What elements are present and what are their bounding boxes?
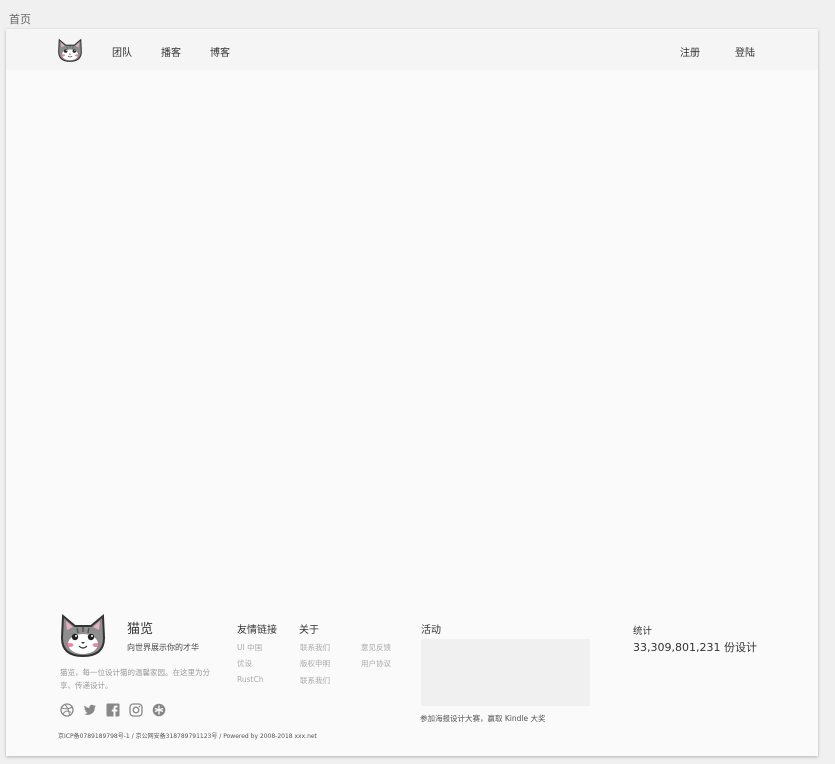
- about-link-contact-2[interactable]: 联系我们: [300, 675, 330, 686]
- weibo-icon[interactable]: [152, 703, 166, 717]
- instagram-icon[interactable]: [129, 703, 143, 717]
- dribbble-icon[interactable]: [60, 703, 74, 717]
- facebook-icon[interactable]: [106, 703, 120, 717]
- page-tab-title: 首页: [9, 13, 31, 26]
- about-title: 关于: [299, 625, 319, 636]
- nav-link-team[interactable]: 团队: [112, 44, 132, 59]
- login-link[interactable]: 登陆: [735, 44, 755, 59]
- app-window: 团队 播客 博客 注册 登陆 猫览 向世界展示你的才华 猫览，每一位设计猫的温馨…: [6, 29, 818, 756]
- activity-title: 活动: [421, 625, 441, 636]
- about-link-user-agreement[interactable]: 用户协议: [361, 658, 391, 669]
- activity-caption[interactable]: 参加海报设计大赛，赢取 Kindle 大奖: [420, 713, 545, 724]
- main-content: [6, 70, 818, 595]
- stats-title: 统计: [633, 626, 653, 637]
- activity-banner[interactable]: [421, 639, 590, 706]
- brand-slogan: 向世界展示你的才华: [127, 643, 199, 652]
- friend-link-ui-china[interactable]: UI 中国: [237, 642, 262, 653]
- friend-link-youshe[interactable]: 优设: [237, 658, 252, 669]
- brand-description: 猫览，每一位设计猫的温馨家园。在这里为分享、传递设计。: [60, 668, 210, 690]
- about-link-contact[interactable]: 联系我们: [300, 642, 330, 653]
- register-link[interactable]: 注册: [680, 44, 700, 59]
- about-link-copyright[interactable]: 版权申明: [300, 658, 330, 669]
- about-link-feedback[interactable]: 意见反馈: [361, 642, 391, 653]
- friend-links-title: 友情链接: [237, 625, 277, 636]
- top-navbar: 团队 播客 博客 注册 登陆: [6, 29, 818, 70]
- friend-link-rustch[interactable]: RustCh: [237, 675, 263, 684]
- nav-link-blog[interactable]: 博客: [210, 44, 230, 59]
- brand-name: 猫览: [127, 622, 154, 637]
- nav-link-podcast[interactable]: 播客: [161, 44, 181, 59]
- twitter-icon[interactable]: [83, 703, 97, 717]
- cat-logo-icon: [60, 613, 106, 658]
- footer: 猫览 向世界展示你的才华 猫览，每一位设计猫的温馨家园。在这里为分享、传递设计。…: [6, 595, 818, 756]
- copyright-text: 京ICP备07891897​98号-1 / 京公网安备318789791123号…: [58, 733, 317, 740]
- stats-value: 33,309,801,231 份设计: [633, 641, 757, 654]
- cat-logo-icon[interactable]: [56, 37, 84, 63]
